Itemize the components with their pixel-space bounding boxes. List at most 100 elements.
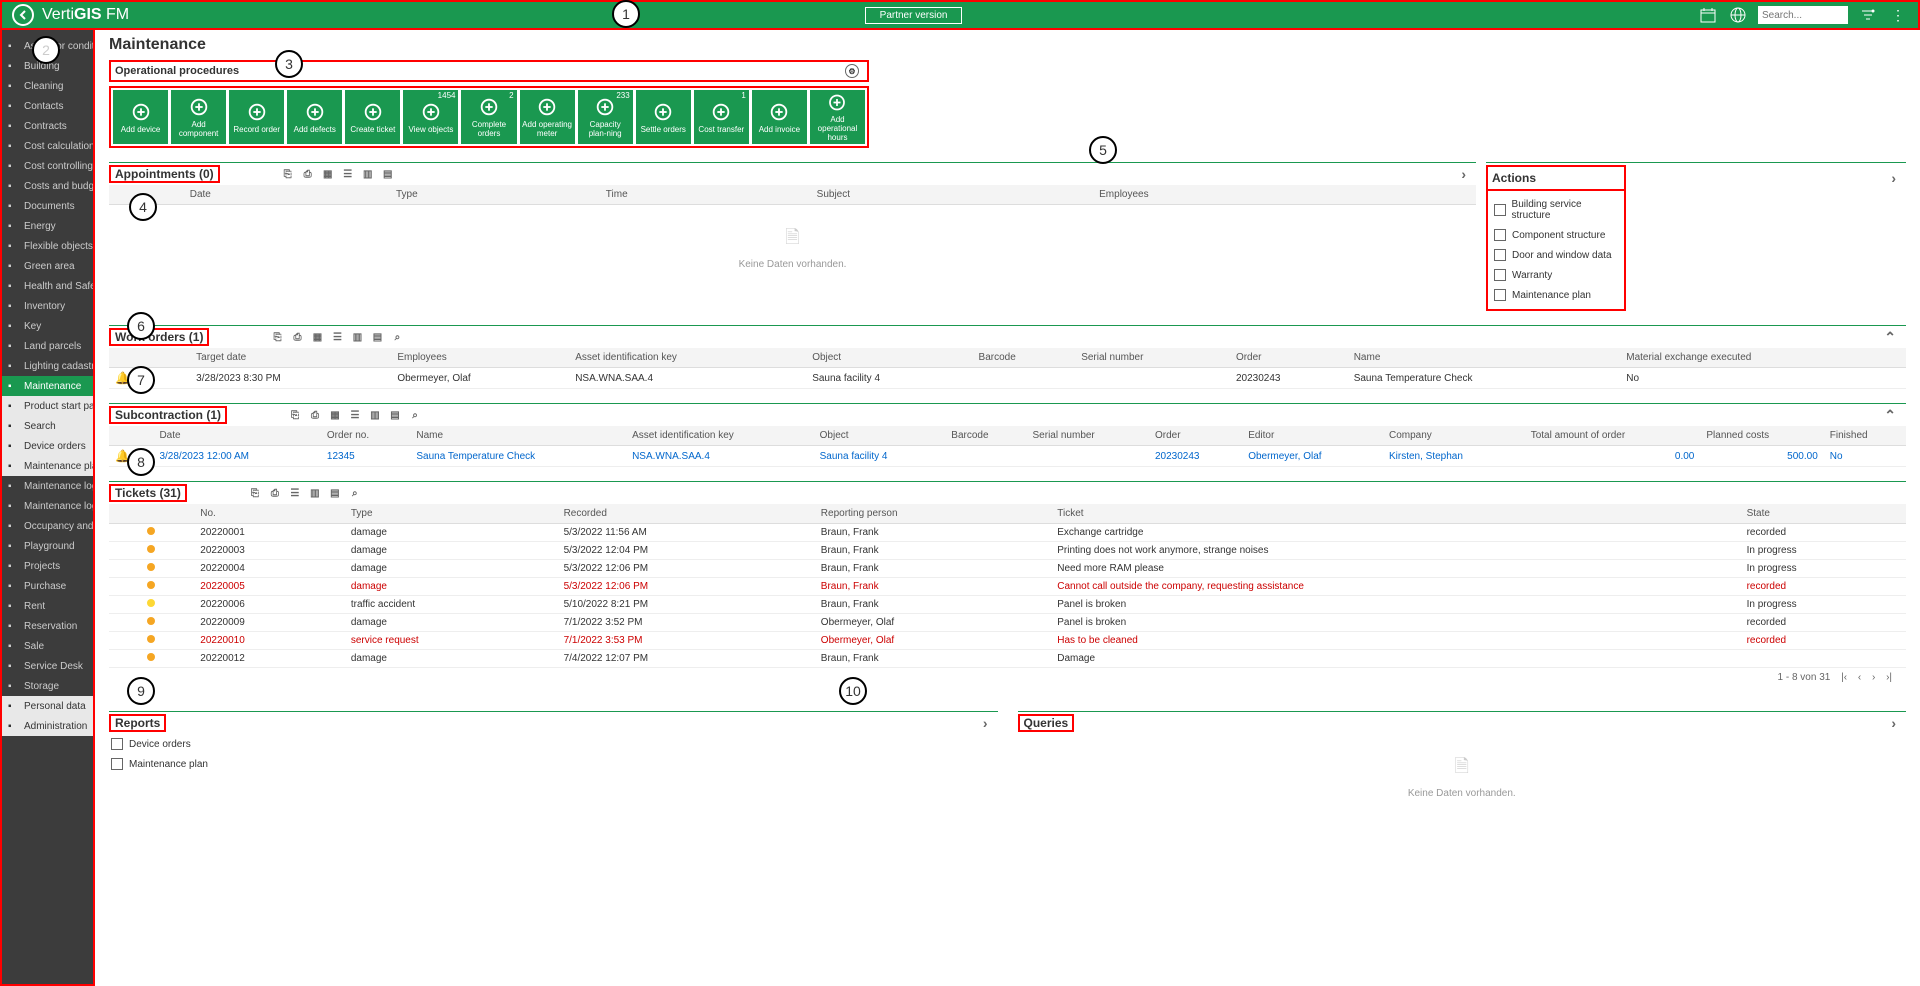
sidebar-item[interactable]: ▪Land parcels [2, 336, 93, 356]
tool-export-icon[interactable]: ⎘ [269, 329, 285, 345]
action-item[interactable]: Door and window data [1492, 245, 1620, 265]
sidebar-item[interactable]: ▪Flexible objects [2, 236, 93, 256]
operational-tile[interactable]: Settle orders [636, 90, 691, 144]
actions-collapse[interactable]: › [1881, 170, 1906, 186]
tool-export-icon[interactable]: ⎘ [287, 407, 303, 423]
column-header[interactable]: Finished [1824, 426, 1906, 446]
sidebar-item[interactable]: ▪Occupancy and Relocation [2, 516, 93, 536]
sidebar-item[interactable]: ▪Personal data [2, 696, 93, 716]
sidebar-item[interactable]: ▪Device orders [2, 436, 93, 456]
queries-collapse[interactable]: › [1881, 715, 1906, 731]
column-header[interactable]: Employees [391, 348, 569, 368]
sidebar-item[interactable]: ▪Maintenance plan [2, 456, 93, 476]
sidebar-item[interactable]: ▪Maintenance log waste water [2, 476, 93, 496]
sidebar-item[interactable]: ▪Inventory [2, 296, 93, 316]
tool-filter-icon[interactable]: ⌕ [407, 407, 423, 423]
tool-grid-icon[interactable]: ▥ [360, 166, 376, 182]
filter-icon[interactable] [1858, 5, 1878, 25]
tool-list-icon[interactable]: ☰ [340, 166, 356, 182]
column-header[interactable]: Barcode [973, 348, 1076, 368]
column-header[interactable]: Material exchange executed [1620, 348, 1906, 368]
sidebar-item[interactable]: ▪Energy [2, 216, 93, 236]
tool-calendar-icon[interactable]: ▦ [327, 407, 343, 423]
column-header[interactable] [109, 504, 141, 524]
sidebar-item[interactable]: ▪Rent [2, 596, 93, 616]
tool-grid-icon[interactable]: ▥ [349, 329, 365, 345]
tool-calendar-icon[interactable]: ▦ [320, 166, 336, 182]
column-header[interactable]: Object [814, 426, 946, 446]
column-header[interactable]: State [1741, 504, 1906, 524]
column-header[interactable] [109, 348, 165, 368]
column-header[interactable]: Type [390, 185, 600, 205]
column-header[interactable]: Planned costs [1700, 426, 1823, 446]
sidebar-item[interactable]: ▪Administration [2, 716, 93, 736]
column-header[interactable]: Barcode [945, 426, 1026, 446]
operational-tile[interactable]: Add device [113, 90, 168, 144]
column-header[interactable] [109, 426, 153, 446]
column-header[interactable]: Company [1383, 426, 1525, 446]
back-button[interactable] [12, 4, 34, 26]
column-header[interactable]: Total amount of order [1525, 426, 1701, 446]
table-row[interactable]: 20220004damage5/3/2022 12:06 PMBraun, Fr… [109, 560, 1906, 578]
tool-copy-icon[interactable]: ⎙ [300, 166, 316, 182]
operational-tile[interactable]: Add operating meter [520, 90, 575, 144]
pager-last[interactable]: ›| [1886, 672, 1892, 683]
sidebar-item[interactable]: ▪Search [2, 416, 93, 436]
sidebar-item[interactable]: ▪Costs and budget [2, 176, 93, 196]
table-row[interactable]: 20220005damage5/3/2022 12:06 PMBraun, Fr… [109, 578, 1906, 596]
action-item[interactable]: Building service structure [1492, 195, 1620, 225]
operational-tile[interactable]: 2Complete orders [461, 90, 516, 144]
more-icon[interactable]: ⋮ [1888, 5, 1908, 25]
workorders-collapse[interactable]: ⌃ [1874, 329, 1906, 346]
tool-list-icon[interactable]: ☰ [347, 407, 363, 423]
column-header[interactable] [141, 504, 194, 524]
search-input[interactable] [1758, 6, 1848, 24]
tool-filter-icon[interactable]: ⌕ [389, 329, 405, 345]
sidebar-item[interactable]: ▪Green area [2, 256, 93, 276]
table-row[interactable]: 20220003damage5/3/2022 12:04 PMBraun, Fr… [109, 542, 1906, 560]
column-header[interactable]: Asset identification key [569, 348, 806, 368]
tool-grid-icon[interactable]: ▥ [307, 485, 323, 501]
tool-cols-icon[interactable]: ▤ [387, 407, 403, 423]
calendar-icon[interactable] [1698, 5, 1718, 25]
sidebar-item[interactable]: ▪Cost calculation [2, 136, 93, 156]
tool-cols-icon[interactable]: ▤ [380, 166, 396, 182]
sidebar-item[interactable]: ▪Maintenance [2, 376, 93, 396]
column-header[interactable]: No. [194, 504, 345, 524]
column-header[interactable]: Type [345, 504, 558, 524]
report-item[interactable]: Maintenance plan [109, 754, 998, 774]
sidebar-item[interactable]: ▪Cost controlling [2, 156, 93, 176]
tool-list-icon[interactable]: ☰ [329, 329, 345, 345]
column-header[interactable]: Target date [190, 348, 391, 368]
tool-export-icon[interactable]: ⎘ [280, 166, 296, 182]
sidebar-item[interactable]: ▪Sale [2, 636, 93, 656]
sidebar-item[interactable]: ▪Cleaning [2, 76, 93, 96]
pager-prev[interactable]: ‹ [1858, 672, 1861, 683]
tool-copy-icon[interactable]: ⎙ [267, 485, 283, 501]
globe-icon[interactable] [1728, 5, 1748, 25]
appointments-collapse[interactable]: › [1451, 166, 1476, 182]
column-header[interactable]: Reporting person [815, 504, 1051, 524]
column-header[interactable]: Order [1230, 348, 1348, 368]
operational-tile[interactable]: Add operational hours [810, 90, 865, 144]
table-row[interactable]: 20220010service request7/1/2022 3:53 PMO… [109, 632, 1906, 650]
sidebar-item[interactable]: ▪Reservation [2, 616, 93, 636]
column-header[interactable]: Ticket [1051, 504, 1740, 524]
operational-tile[interactable]: 1Cost transfer [694, 90, 749, 144]
report-item[interactable]: Device orders [109, 734, 998, 754]
table-row[interactable]: 20220012damage7/4/2022 12:07 PMBraun, Fr… [109, 650, 1906, 668]
column-header[interactable]: Employees [1093, 185, 1476, 205]
column-header[interactable]: Recorded [558, 504, 815, 524]
column-header[interactable]: Order [1149, 426, 1242, 446]
column-header[interactable]: Editor [1242, 426, 1383, 446]
column-header[interactable]: Name [410, 426, 626, 446]
sidebar-item[interactable]: ▪Purchase [2, 576, 93, 596]
column-header[interactable]: Date [184, 185, 390, 205]
column-header[interactable]: Time [600, 185, 811, 205]
operational-tile[interactable]: Create ticket [345, 90, 400, 144]
sidebar-item[interactable]: ▪Assessor condition [2, 36, 93, 56]
sidebar-item[interactable]: ▪Product start page [2, 396, 93, 416]
column-header[interactable]: Serial number [1075, 348, 1230, 368]
pager-first[interactable]: |‹ [1841, 672, 1847, 683]
table-row[interactable]: 20220001damage5/3/2022 11:56 AMBraun, Fr… [109, 524, 1906, 542]
